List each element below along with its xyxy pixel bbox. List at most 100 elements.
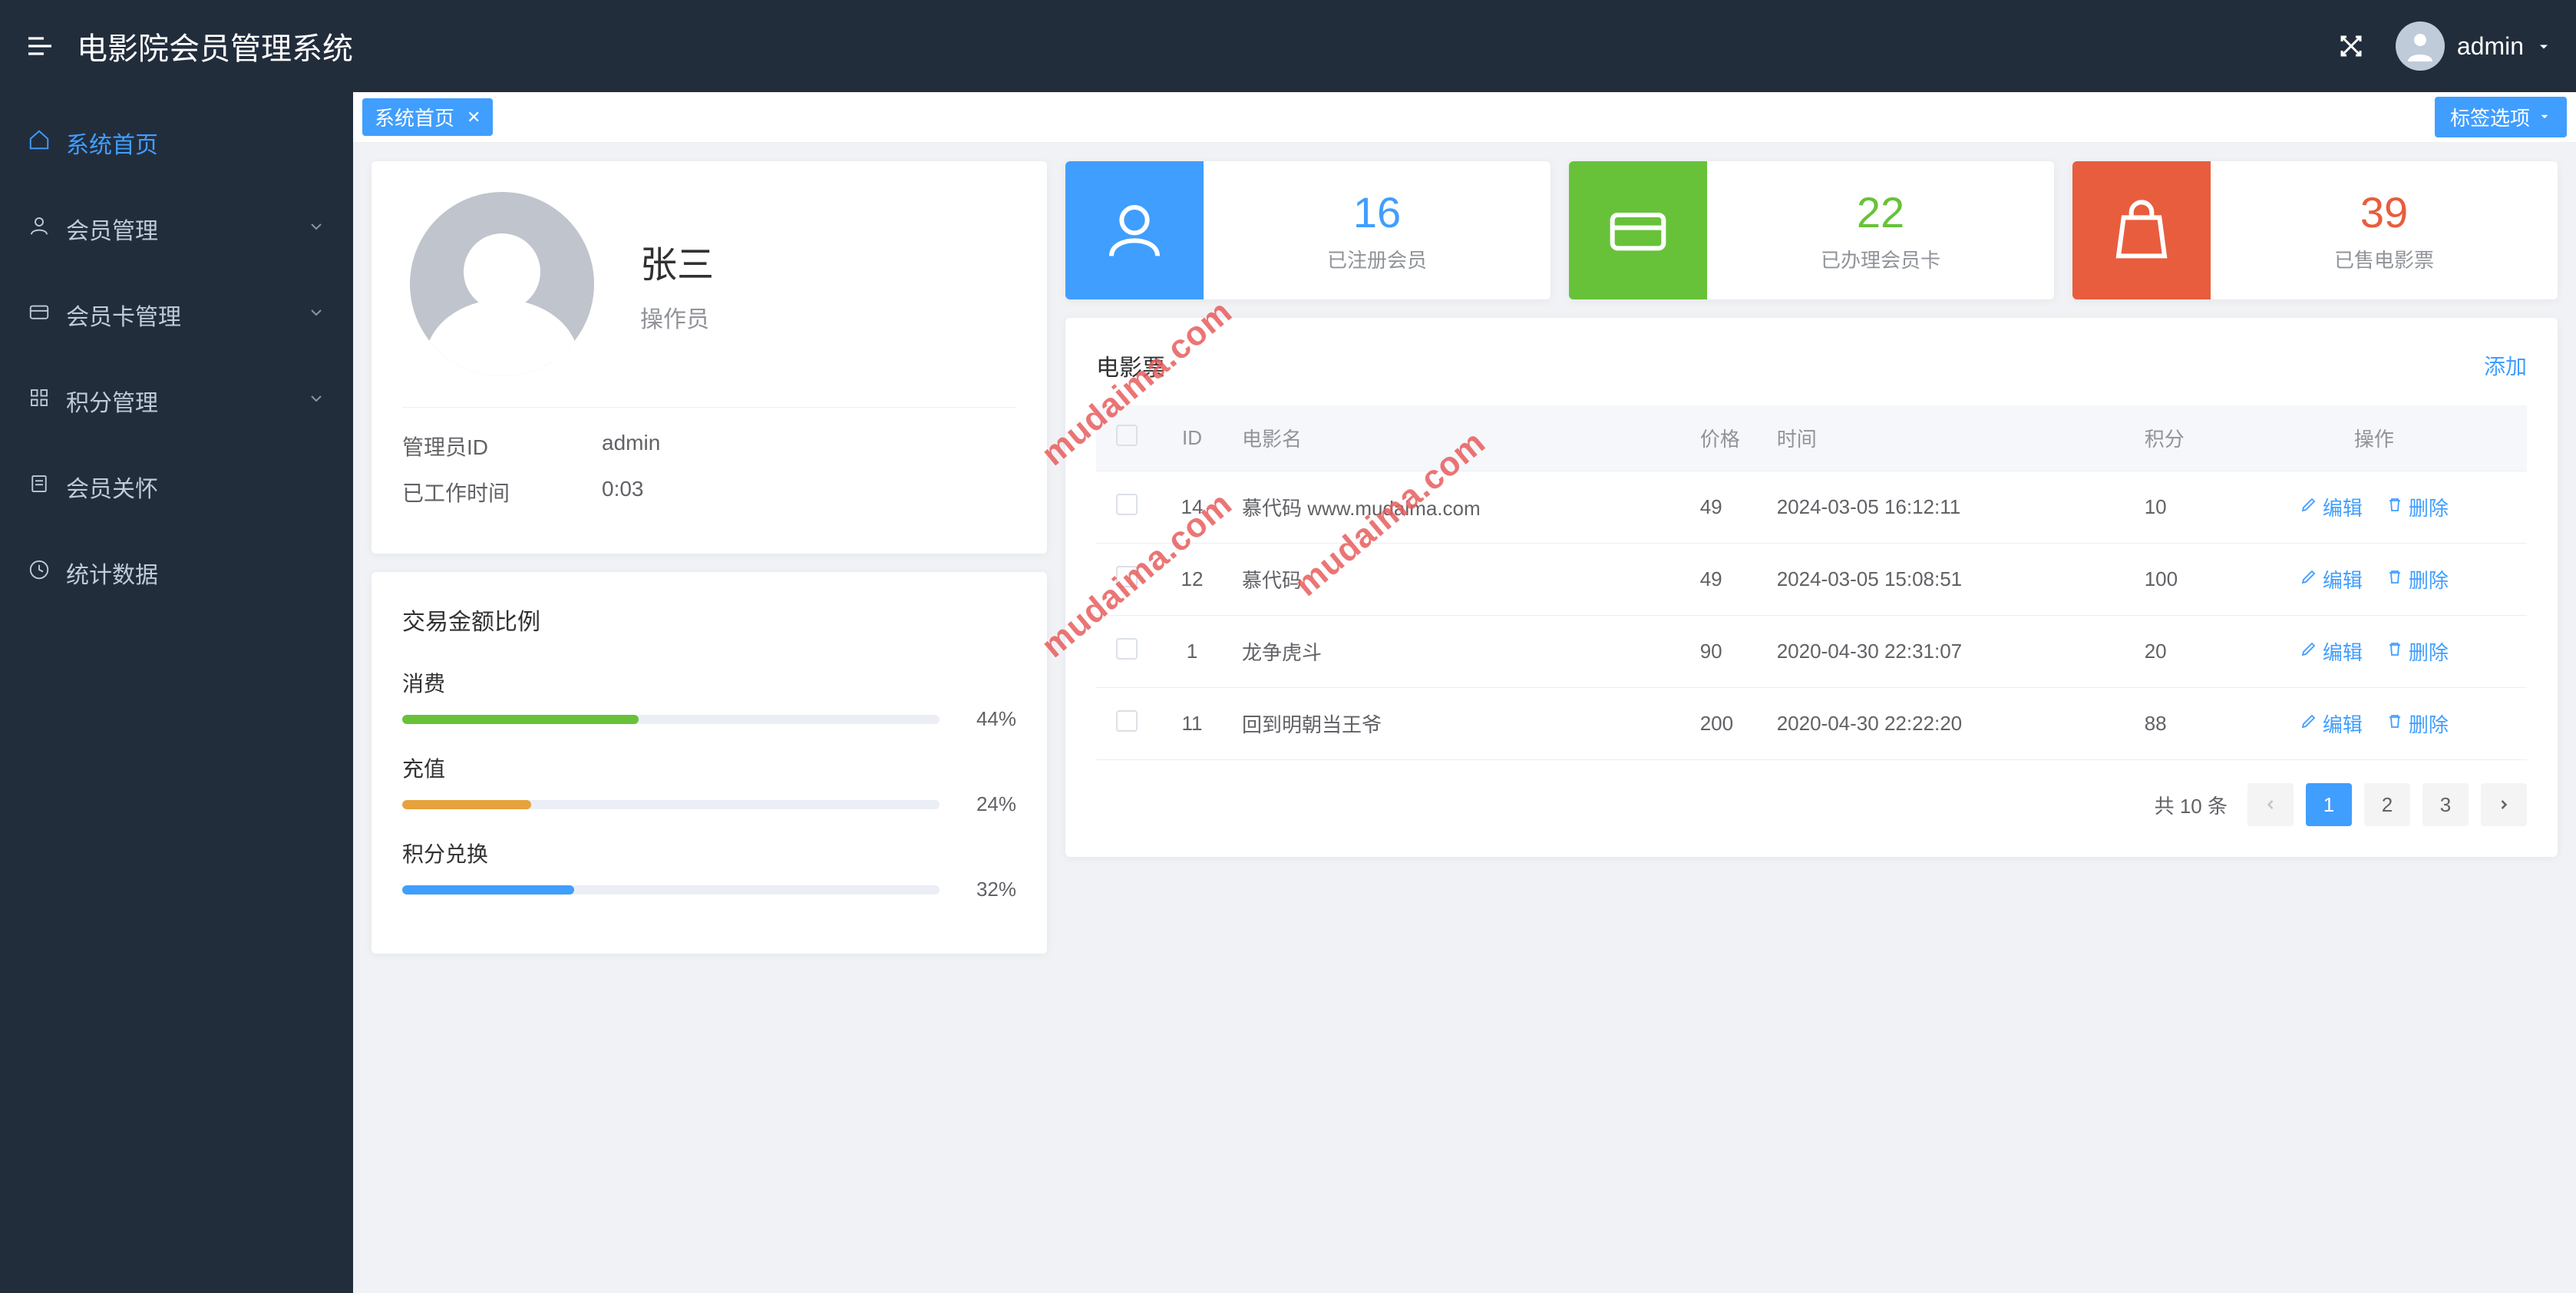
tab-home[interactable]: 系统首页 ✕ xyxy=(362,98,493,136)
add-button[interactable]: 添加 xyxy=(2484,350,2527,381)
sidebar-item-label: 统计数据 xyxy=(66,556,158,590)
cell-id: 11 xyxy=(1158,688,1227,760)
col-header-5: 操作 xyxy=(2221,405,2527,471)
table-row: 12慕代码492024-03-05 15:08:51100 编辑删除 xyxy=(1096,544,2527,616)
page-next-button[interactable] xyxy=(2481,783,2527,826)
cell-points: 20 xyxy=(2129,616,2221,688)
tab-options-button[interactable]: 标签选项 xyxy=(2435,97,2567,137)
admin-id-label: 管理员ID xyxy=(402,431,602,461)
edit-icon xyxy=(2300,495,2318,519)
menu-toggle-icon[interactable] xyxy=(25,31,55,61)
stat-card-2: 39已售电影票 xyxy=(2072,161,2558,299)
note-icon xyxy=(28,472,51,501)
worktime-label: 已工作时间 xyxy=(402,477,602,508)
clock-icon xyxy=(28,558,51,587)
cell-time: 2024-03-05 15:08:51 xyxy=(1762,544,2129,616)
progress-item-1: 充值24% xyxy=(402,752,1016,816)
edit-button[interactable]: 编辑 xyxy=(2300,493,2363,521)
cell-price: 49 xyxy=(1685,544,1762,616)
movie-table: ID电影名价格时间积分操作 14慕代码 www.mudaima.com49202… xyxy=(1096,405,2527,760)
stat-label: 已注册会员 xyxy=(1327,245,1427,273)
row-checkbox[interactable] xyxy=(1116,494,1138,515)
cell-id: 14 xyxy=(1158,471,1227,544)
progress-bar xyxy=(402,800,940,809)
trash-icon xyxy=(2386,567,2404,591)
user-menu[interactable]: admin xyxy=(2396,21,2551,71)
card-icon xyxy=(28,300,51,329)
worktime-value: 0:03 xyxy=(602,477,644,508)
delete-button[interactable]: 删除 xyxy=(2386,565,2449,594)
cell-points: 10 xyxy=(2129,471,2221,544)
cell-name: 龙争虎斗 xyxy=(1227,616,1685,688)
cell-points: 100 xyxy=(2129,544,2221,616)
edit-button[interactable]: 编辑 xyxy=(2300,637,2363,666)
cell-time: 2020-04-30 22:31:07 xyxy=(1762,616,2129,688)
sidebar-item-4[interactable]: 会员关怀 xyxy=(0,444,353,530)
tab-label: 系统首页 xyxy=(375,103,454,131)
chevron-down-icon xyxy=(307,388,325,414)
col-header-3: 时间 xyxy=(1762,405,2129,471)
progress-item-0: 消费44% xyxy=(402,667,1016,731)
col-checkbox xyxy=(1096,405,1158,471)
sidebar-item-label: 会员管理 xyxy=(66,212,158,246)
fullscreen-icon[interactable] xyxy=(2337,32,2365,60)
close-icon[interactable]: ✕ xyxy=(467,107,481,127)
cell-time: 2024-03-05 16:12:11 xyxy=(1762,471,2129,544)
cell-name: 慕代码 xyxy=(1227,544,1685,616)
admin-id-value: admin xyxy=(602,431,660,461)
movie-ticket-card: 电影票 添加 ID电影名价格时间积分操作 14慕代码 www.mudaima.c… xyxy=(1065,318,2558,857)
stat-label: 已办理会员卡 xyxy=(1821,245,1940,273)
col-header-1: 电影名 xyxy=(1227,405,1685,471)
edit-button[interactable]: 编辑 xyxy=(2300,565,2363,594)
sidebar-item-1[interactable]: 会员管理 xyxy=(0,186,353,272)
cell-time: 2020-04-30 22:22:20 xyxy=(1762,688,2129,760)
stats-row: 16 已注册会员 22 已办理会员卡 39已售电影票 xyxy=(1065,161,2558,299)
page-total: 共 10 条 xyxy=(2155,791,2228,819)
delete-button[interactable]: 删除 xyxy=(2386,637,2449,666)
checkbox-all[interactable] xyxy=(1116,425,1138,446)
page-button-1[interactable]: 1 xyxy=(2306,783,2352,826)
page-button-3[interactable]: 3 xyxy=(2422,783,2469,826)
row-checkbox[interactable] xyxy=(1116,638,1138,660)
page-prev-button[interactable] xyxy=(2247,783,2294,826)
app-title: 电影院会员管理系统 xyxy=(77,24,353,68)
page-button-2[interactable]: 2 xyxy=(2364,783,2410,826)
table-row: 11回到明朝当王爷2002020-04-30 22:22:2088编辑删除 xyxy=(1096,688,2527,760)
stat-number: 22 xyxy=(1857,187,1904,237)
card-icon xyxy=(1569,161,1707,299)
cell-name: 慕代码 www.mudaima.com xyxy=(1227,471,1685,544)
trash-icon xyxy=(2386,495,2404,519)
sidebar-item-0[interactable]: 系统首页 xyxy=(0,100,353,186)
avatar xyxy=(2396,21,2445,71)
progress-percent: 24% xyxy=(955,792,1016,816)
sidebar-item-2[interactable]: 会员卡管理 xyxy=(0,272,353,358)
sidebar-item-label: 会员关怀 xyxy=(66,470,158,504)
cell-points: 88 xyxy=(2129,688,2221,760)
row-checkbox[interactable] xyxy=(1116,710,1138,732)
stat-number: 16 xyxy=(1353,187,1401,237)
grid-icon xyxy=(28,386,51,415)
stat-card-0: 16 已注册会员 xyxy=(1065,161,1551,299)
col-header-4: 积分 xyxy=(2129,405,2221,471)
sidebar-item-label: 积分管理 xyxy=(66,384,158,418)
user-icon xyxy=(1065,161,1204,299)
stat-number: 39 xyxy=(2360,187,2408,237)
edit-button[interactable]: 编辑 xyxy=(2300,709,2363,738)
trash-icon xyxy=(2386,712,2404,736)
sidebar-item-5[interactable]: 统计数据 xyxy=(0,530,353,616)
bag-icon xyxy=(2072,161,2211,299)
sidebar-item-3[interactable]: 积分管理 xyxy=(0,358,353,444)
home-icon xyxy=(28,128,51,157)
profile-card: 张三 操作员 管理员ID admin 已工作时间 0:03 xyxy=(372,161,1047,554)
delete-button[interactable]: 删除 xyxy=(2386,709,2449,738)
delete-button[interactable]: 删除 xyxy=(2386,493,2449,521)
row-checkbox[interactable] xyxy=(1116,566,1138,587)
cell-id: 12 xyxy=(1158,544,1227,616)
main-area: 系统首页 ✕ 标签选项 张三 操作员 xyxy=(353,92,2576,1293)
sidebar-item-label: 系统首页 xyxy=(66,126,158,160)
edit-icon xyxy=(2300,567,2318,591)
col-header-2: 价格 xyxy=(1685,405,1762,471)
tab-bar: 系统首页 ✕ 标签选项 xyxy=(353,92,2576,143)
trash-icon xyxy=(2386,640,2404,663)
edit-icon xyxy=(2300,712,2318,736)
